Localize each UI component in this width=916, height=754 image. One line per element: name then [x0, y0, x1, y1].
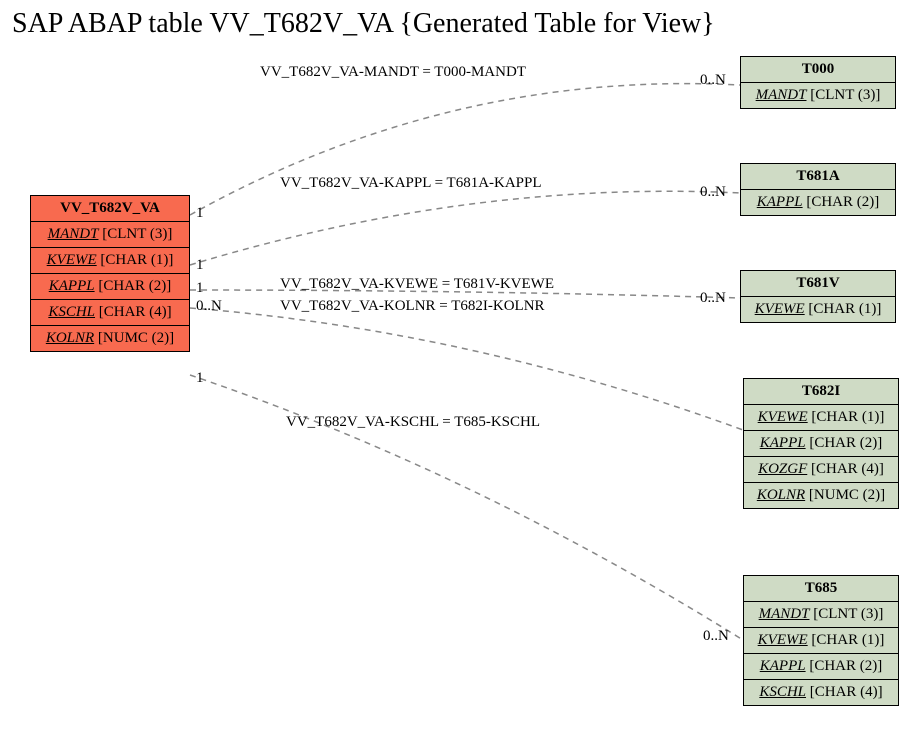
- edge-label: VV_T682V_VA-KOLNR = T682I-KOLNR: [280, 298, 545, 315]
- page-title: SAP ABAP table VV_T682V_VA {Generated Ta…: [12, 8, 715, 40]
- field-row: KOLNR [NUMC (2)]: [744, 483, 898, 508]
- field-type: [CHAR (2)]: [809, 435, 882, 451]
- edge-label: VV_T682V_VA-KVEWE = T681V-KVEWE: [280, 276, 554, 293]
- field-row: KAPPL [CHAR (2)]: [741, 190, 895, 215]
- field-row: MANDT [CLNT (3)]: [741, 83, 895, 108]
- field-name: KOLNR: [46, 330, 94, 346]
- field-name: MANDT: [756, 87, 807, 103]
- field-name: KAPPL: [757, 194, 803, 210]
- field-row: KAPPL [CHAR (2)]: [744, 654, 898, 680]
- field-type: [CLNT (3)]: [810, 87, 880, 103]
- entity-main: VV_T682V_VA MANDT [CLNT (3)] KVEWE [CHAR…: [30, 195, 190, 352]
- cardinality: 1: [196, 257, 204, 274]
- edge-label: VV_T682V_VA-KAPPL = T681A-KAPPL: [280, 175, 542, 192]
- entity-t000: T000 MANDT [CLNT (3)]: [740, 56, 896, 109]
- field-row: KVEWE [CHAR (1)]: [31, 248, 189, 274]
- field-row: KVEWE [CHAR (1)]: [744, 628, 898, 654]
- field-name: MANDT: [759, 606, 810, 622]
- field-type: [CHAR (2)]: [809, 658, 882, 674]
- field-type: [NUMC (2)]: [809, 487, 885, 503]
- cardinality: 0..N: [700, 290, 726, 307]
- field-name: KVEWE: [758, 632, 808, 648]
- field-type: [CHAR (1)]: [811, 409, 884, 425]
- field-name: KAPPL: [760, 435, 806, 451]
- entity-t681a: T681A KAPPL [CHAR (2)]: [740, 163, 896, 216]
- field-name: KVEWE: [755, 301, 805, 317]
- field-name: MANDT: [48, 226, 99, 242]
- entity-header: VV_T682V_VA: [31, 196, 189, 222]
- field-row: MANDT [CLNT (3)]: [744, 602, 898, 628]
- cardinality: 0..N: [703, 628, 729, 645]
- field-name: KOLNR: [757, 487, 805, 503]
- entity-t682i: T682I KVEWE [CHAR (1)] KAPPL [CHAR (2)] …: [743, 378, 899, 509]
- field-type: [CHAR (1)]: [811, 632, 884, 648]
- field-row: KSCHL [CHAR (4)]: [744, 680, 898, 705]
- field-row: KVEWE [CHAR (1)]: [744, 405, 898, 431]
- field-row: KVEWE [CHAR (1)]: [741, 297, 895, 322]
- field-row: MANDT [CLNT (3)]: [31, 222, 189, 248]
- field-type: [CLNT (3)]: [813, 606, 883, 622]
- field-row: KAPPL [CHAR (2)]: [31, 274, 189, 300]
- cardinality: 1: [196, 370, 204, 387]
- field-row: KOLNR [NUMC (2)]: [31, 326, 189, 351]
- field-type: [NUMC (2)]: [98, 330, 174, 346]
- field-name: KOZGF: [758, 461, 807, 477]
- entity-t685: T685 MANDT [CLNT (3)] KVEWE [CHAR (1)] K…: [743, 575, 899, 706]
- field-type: [CLNT (3)]: [102, 226, 172, 242]
- field-type: [CHAR (1)]: [100, 252, 173, 268]
- cardinality: 0..N: [700, 72, 726, 89]
- field-row: KAPPL [CHAR (2)]: [744, 431, 898, 457]
- entity-header: T682I: [744, 379, 898, 405]
- field-row: KSCHL [CHAR (4)]: [31, 300, 189, 326]
- entity-t681v: T681V KVEWE [CHAR (1)]: [740, 270, 896, 323]
- edge-label: VV_T682V_VA-MANDT = T000-MANDT: [260, 64, 526, 81]
- cardinality: 0..N: [700, 184, 726, 201]
- entity-header: T681A: [741, 164, 895, 190]
- field-type: [CHAR (2)]: [806, 194, 879, 210]
- field-row: KOZGF [CHAR (4)]: [744, 457, 898, 483]
- field-name: KVEWE: [758, 409, 808, 425]
- field-name: KAPPL: [760, 658, 806, 674]
- edge-label: VV_T682V_VA-KSCHL = T685-KSCHL: [286, 414, 540, 431]
- entity-header: T681V: [741, 271, 895, 297]
- cardinality: 1: [196, 205, 204, 222]
- entity-header: T000: [741, 57, 895, 83]
- field-name: KAPPL: [49, 278, 95, 294]
- field-type: [CHAR (4)]: [99, 304, 172, 320]
- field-name: KSCHL: [48, 304, 95, 320]
- field-name: KSCHL: [759, 684, 806, 700]
- entity-header: T685: [744, 576, 898, 602]
- cardinality: 0..N: [196, 298, 222, 315]
- field-type: [CHAR (2)]: [98, 278, 171, 294]
- field-type: [CHAR (1)]: [808, 301, 881, 317]
- field-type: [CHAR (4)]: [810, 684, 883, 700]
- cardinality: 1: [196, 280, 204, 297]
- field-name: KVEWE: [47, 252, 97, 268]
- field-type: [CHAR (4)]: [811, 461, 884, 477]
